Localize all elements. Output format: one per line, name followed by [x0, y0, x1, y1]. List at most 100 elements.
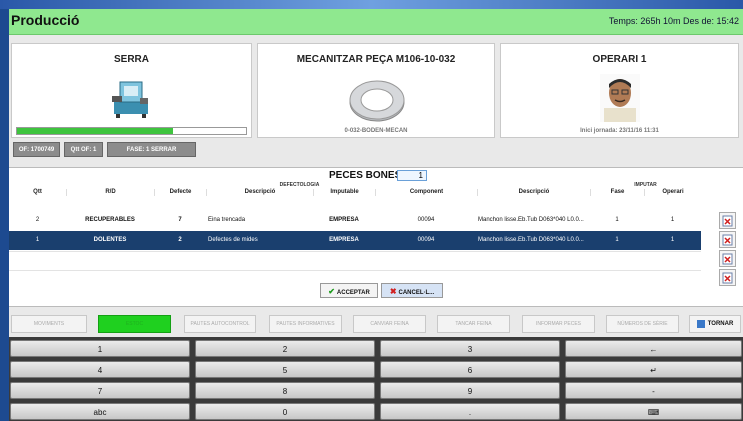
band-saw-image	[112, 81, 148, 118]
cell-fase: 1	[615, 217, 619, 223]
shift-start-info: Inici jornada: 23/11/16 11:31	[580, 128, 659, 134]
cell-defecte: 2	[178, 237, 182, 243]
col-fase: Fase	[590, 189, 644, 196]
cell-descripcio-component: Manchon lisse.Eb.Tub D063*040 L0.0...	[478, 237, 584, 243]
nav-pautes-autocontrol[interactable]: PAUTES AUTOCONTROL	[184, 315, 256, 333]
key-6[interactable]: 6	[380, 361, 560, 378]
trash-x-icon	[722, 272, 733, 284]
nav-label: INFORMAR PECES	[535, 321, 581, 327]
trash-x-icon	[722, 234, 733, 246]
good-pieces-label: PECES BONES:	[329, 170, 405, 181]
production-window: Producció Temps: 265h 10m Des de: 15:42 …	[9, 9, 743, 421]
operation-title: MECANITZAR PEÇA M106-10-032	[296, 54, 456, 65]
title-bar: Producció Temps: 265h 10m Des de: 15:42	[9, 9, 743, 35]
operator-photo	[600, 74, 640, 122]
key-2[interactable]: 2	[195, 340, 375, 357]
col-descripcio: Descripció	[206, 189, 313, 196]
col-rd: R/D	[66, 189, 154, 196]
ring-part-image	[349, 80, 405, 122]
operation-card[interactable]: MECANITZAR PEÇA M106-10-032 0-032-BODEN-…	[257, 43, 495, 138]
order-tag: OF: 1700749	[13, 142, 60, 157]
nav-tancar-feina[interactable]: TANCAR FEINA	[437, 315, 510, 333]
table-row[interactable]: 2 RECUPERABLES 7 Eina trencada EMPRESA 0…	[9, 211, 701, 230]
nav-label: CANVIAR FEINA	[370, 321, 409, 327]
cell-descripcio: Defectes de mides	[208, 237, 258, 243]
trash-x-icon	[722, 253, 733, 265]
key-1[interactable]: 1	[10, 340, 190, 357]
nav-label: PAUTES INFORMATIVES	[276, 321, 335, 327]
desktop-top-strip	[0, 0, 743, 9]
nav-pautes-informatives[interactable]: PAUTES INFORMATIVES	[269, 315, 342, 333]
key-enter[interactable]: ↵	[565, 361, 742, 378]
nav-moviments[interactable]: MOVIMENTS	[11, 315, 87, 333]
keyboard-icon[interactable]: ⌨	[565, 403, 742, 420]
desktop-left-edge	[0, 9, 9, 421]
app-title: Producció	[11, 12, 80, 28]
nav-tornar[interactable]: TORNAR	[689, 315, 741, 333]
good-pieces-input[interactable]: 1	[397, 170, 427, 181]
table-row-selected[interactable]: 1 DOLENTES 2 Defectes de mides EMPRESA 0…	[9, 231, 701, 250]
cell-qtt: 1	[35, 237, 40, 243]
nav-canviar-feina[interactable]: CANVIAR FEINA	[353, 315, 426, 333]
cell-fase: 1	[615, 237, 619, 243]
machine-card[interactable]: SERRA	[11, 43, 252, 138]
operation-code: 0-032-BODEN-MECAN	[344, 128, 408, 134]
defectologia-group-header: DEFECTOLOGIA	[279, 182, 320, 188]
machine-progress-bar	[16, 127, 247, 135]
key-abc[interactable]: abc	[10, 403, 190, 420]
nav-label: NÚMEROS DE SÈRIE	[617, 321, 668, 327]
cell-imputable: EMPRESA	[329, 217, 359, 223]
cell-qtt: 2	[35, 217, 40, 223]
phase-tag: FASE: 1 SERRAR	[107, 142, 196, 157]
key-5[interactable]: 5	[195, 361, 375, 378]
machine-title: SERRA	[113, 54, 149, 65]
check-icon: ✔	[328, 287, 335, 296]
nav-label: TORNAR	[707, 321, 734, 327]
cell-defecte: 7	[178, 217, 182, 223]
col-operari: Operari	[644, 189, 701, 196]
machine-progress-fill	[17, 128, 173, 134]
cross-icon: ✖	[389, 287, 397, 296]
exit-door-icon	[696, 320, 705, 328]
key-3[interactable]: 3	[380, 340, 560, 357]
nav-label: TANCAR FEINA	[455, 321, 492, 327]
accept-label: ACCEPTAR	[336, 290, 370, 296]
key-0[interactable]: 0	[195, 403, 375, 420]
key-9[interactable]: 9	[380, 382, 560, 399]
cell-descripcio-component: Manchon lisse.Eb.Tub D063*040 L0.0...	[478, 217, 584, 223]
imputar-group-header: IMPUTAR	[634, 182, 657, 188]
numeric-keypad: 1 2 3 ← 4 5 6 ↵ 7 8 9 - abc 0 . ⌨	[9, 337, 743, 421]
elapsed-time-info: Temps: 265h 10m Des de: 15:42	[608, 16, 739, 26]
cell-operari: 1	[670, 217, 675, 223]
nav-informar-peces[interactable]: INFORMAR PECES	[522, 315, 595, 333]
empty-row[interactable]	[9, 251, 701, 270]
key-decimal[interactable]: .	[380, 403, 560, 420]
nav-estoc[interactable]: ESTOC	[98, 315, 171, 333]
cell-operari: 1	[670, 237, 675, 243]
key-minus[interactable]: -	[565, 382, 742, 399]
key-backspace[interactable]: ←	[565, 340, 742, 357]
cell-descripcio: Eina trencada	[208, 217, 246, 223]
key-8[interactable]: 8	[195, 382, 375, 399]
cell-component: 00094	[417, 237, 435, 243]
delete-row-icon[interactable]	[719, 250, 736, 267]
col-qtt: Qtt	[33, 189, 42, 195]
delete-row-icon[interactable]	[719, 269, 736, 286]
cell-component: 00094	[417, 217, 435, 223]
cell-rd: RECUPERABLES	[85, 217, 135, 223]
nav-label: MOVIMENTS	[33, 321, 65, 327]
cell-imputable: EMPRESA	[329, 237, 359, 243]
col-component: Component	[375, 189, 477, 196]
accept-button[interactable]: ✔ ACCEPTAR	[320, 283, 378, 298]
operator-card[interactable]: OPERARI 1 Inici jornada: 23/11/16 11:31	[500, 43, 739, 138]
delete-row-icon[interactable]	[719, 231, 736, 248]
quantity-tag: Qtt OF: 1	[64, 142, 103, 157]
col-imputable: Imputable	[313, 189, 375, 196]
key-4[interactable]: 4	[10, 361, 190, 378]
delete-row-icon[interactable]	[719, 212, 736, 229]
nav-numeros-serie[interactable]: NÚMEROS DE SÈRIE	[606, 315, 679, 333]
cancel-button[interactable]: ✖ CANCEL·L...	[381, 283, 443, 298]
cancel-label: CANCEL·L...	[398, 290, 435, 296]
key-7[interactable]: 7	[10, 382, 190, 399]
trash-x-icon	[722, 215, 733, 227]
